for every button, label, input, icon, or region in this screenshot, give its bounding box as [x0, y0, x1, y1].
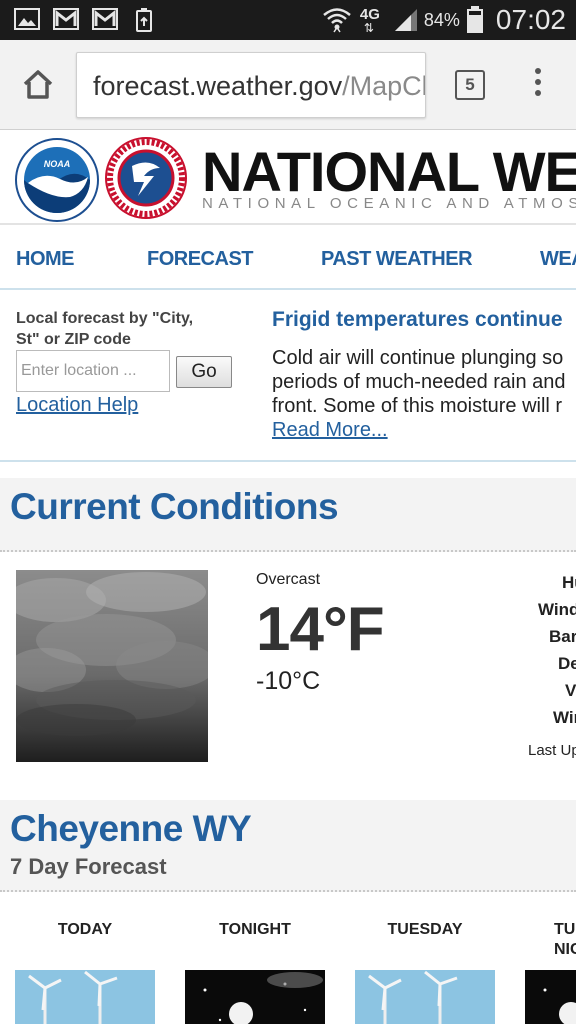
- nav-home[interactable]: HOME: [16, 248, 75, 271]
- forecast-period-tuesday[interactable]: TUESDAY: [354, 894, 496, 1024]
- news-headline[interactable]: Frigid temperatures continue: [272, 308, 563, 332]
- read-more-link[interactable]: Read More...: [272, 419, 388, 442]
- url-path: /MapClick.php: [342, 71, 426, 101]
- gallery-icon: [14, 8, 40, 30]
- location-search-input[interactable]: [16, 350, 170, 392]
- news-line: front. Some of this moisture will r: [272, 395, 563, 417]
- wind-turbine-icon: [355, 970, 495, 1024]
- wind-turbine-icon: [15, 970, 155, 1024]
- address-bar[interactable]: forecast.weather.gov/MapClick.php: [76, 52, 426, 118]
- temperature-c: -10°C: [256, 667, 321, 695]
- browser-toolbar: forecast.weather.gov/MapClick.php 5: [0, 40, 576, 130]
- noaa-logo[interactable]: NOAA: [14, 137, 100, 223]
- news-summary: Cold air will continue plunging so perio…: [272, 346, 576, 418]
- local-forecast-label: Local forecast by "City, St" or ZIP code: [16, 310, 194, 348]
- forecast-period-today[interactable]: TODAY: [14, 894, 156, 1024]
- main-nav: HOME FORECAST PAST WEATHER WEATHER SAFET…: [0, 228, 576, 290]
- nav-past-weather[interactable]: PAST WEATHER: [321, 248, 473, 271]
- forecast-header: Cheyenne WY 7 Day Forecast: [0, 800, 576, 892]
- detail-dewpoint-label: Dewpoint: [558, 654, 576, 673]
- data-arrows-icon: ⇅: [363, 21, 374, 35]
- condition-summary: Overcast: [256, 571, 321, 588]
- location-help-link[interactable]: Location Help: [16, 394, 138, 417]
- tab-switcher-button[interactable]: 5: [455, 70, 485, 100]
- temperature-f: 14°F: [256, 595, 385, 664]
- status-bar: 4G ⇅ 84% 07:02: [0, 0, 576, 40]
- detail-barometer-label: Barometer: [549, 627, 576, 646]
- url-text: forecast.weather.gov/MapClick.php: [93, 71, 426, 102]
- night-moon-icon: [525, 970, 576, 1024]
- more-vert-dot: [535, 79, 541, 85]
- go-button[interactable]: Go: [176, 356, 232, 388]
- detail-humidity-label: Humidity: [562, 573, 576, 592]
- home-button[interactable]: [18, 65, 58, 105]
- overcast-icon: [16, 570, 208, 762]
- news-line: Cold air will continue plunging so: [272, 347, 564, 369]
- period-name: TODAY: [57, 921, 113, 938]
- period-name: TUESDAY: [387, 921, 463, 938]
- gmail-icon: [53, 8, 79, 30]
- noaa-logo-text: NOAA: [44, 159, 71, 169]
- forecast-period-tuesday-night[interactable]: TUESDAY NIGHT: [524, 894, 576, 1024]
- nav-forecast[interactable]: FORECAST: [147, 248, 254, 271]
- current-conditions-header: Current Conditions: [0, 478, 576, 552]
- detail-windchill-label: Wind Chill: [553, 708, 576, 727]
- detail-visibility-label: Visibility: [565, 681, 576, 700]
- current-conditions-title: Current Conditions: [10, 486, 339, 527]
- detail-wind-label: Wind Speed: [538, 600, 576, 619]
- site-header: NOAA NATIONAL WEATHER SERVICE NATIONAL O…: [0, 131, 576, 225]
- night-moon-icon: [185, 970, 325, 1024]
- more-vert-dot: [535, 90, 541, 96]
- clock: 07:02: [495, 4, 566, 35]
- nws-logo[interactable]: [104, 136, 188, 220]
- forecast-period-tonight[interactable]: TONIGHT: [184, 894, 326, 1024]
- forecast-subtitle: 7 Day Forecast: [10, 854, 167, 879]
- local-forecast-panel: Local forecast by "City, St" or ZIP code…: [0, 292, 576, 462]
- battery-icon: [466, 6, 484, 34]
- nav-weather-safety[interactable]: WEATHER SAFETY: [540, 248, 576, 271]
- home-icon: [23, 70, 53, 99]
- overflow-menu-button[interactable]: [530, 68, 546, 102]
- battery-percent: 84%: [423, 9, 460, 30]
- url-domain: forecast.weather.gov: [93, 71, 343, 101]
- wifi-icon: [322, 6, 352, 34]
- gmail-icon: [92, 8, 118, 30]
- forecast-city: Cheyenne WY: [10, 808, 252, 849]
- site-subtitle: NATIONAL OCEANIC AND ATMOSPHERIC ADMINIS…: [202, 195, 576, 212]
- period-name: TUESDAY NIGHT: [554, 921, 576, 958]
- forecast-periods: TODAY TONIGHT TUESDAY TUESDAY NIGHT: [0, 894, 576, 1024]
- current-conditions-body: Overcast 14°F -10°C Humidity Wind Speed …: [0, 554, 576, 800]
- more-vert-icon: [535, 68, 541, 74]
- last-update-label: Last Update: [528, 742, 576, 759]
- signal-icon: [394, 8, 418, 32]
- period-name: TONIGHT: [219, 921, 291, 938]
- news-line: periods of much-needed rain and: [272, 371, 566, 393]
- battery-saver-icon: [131, 8, 157, 32]
